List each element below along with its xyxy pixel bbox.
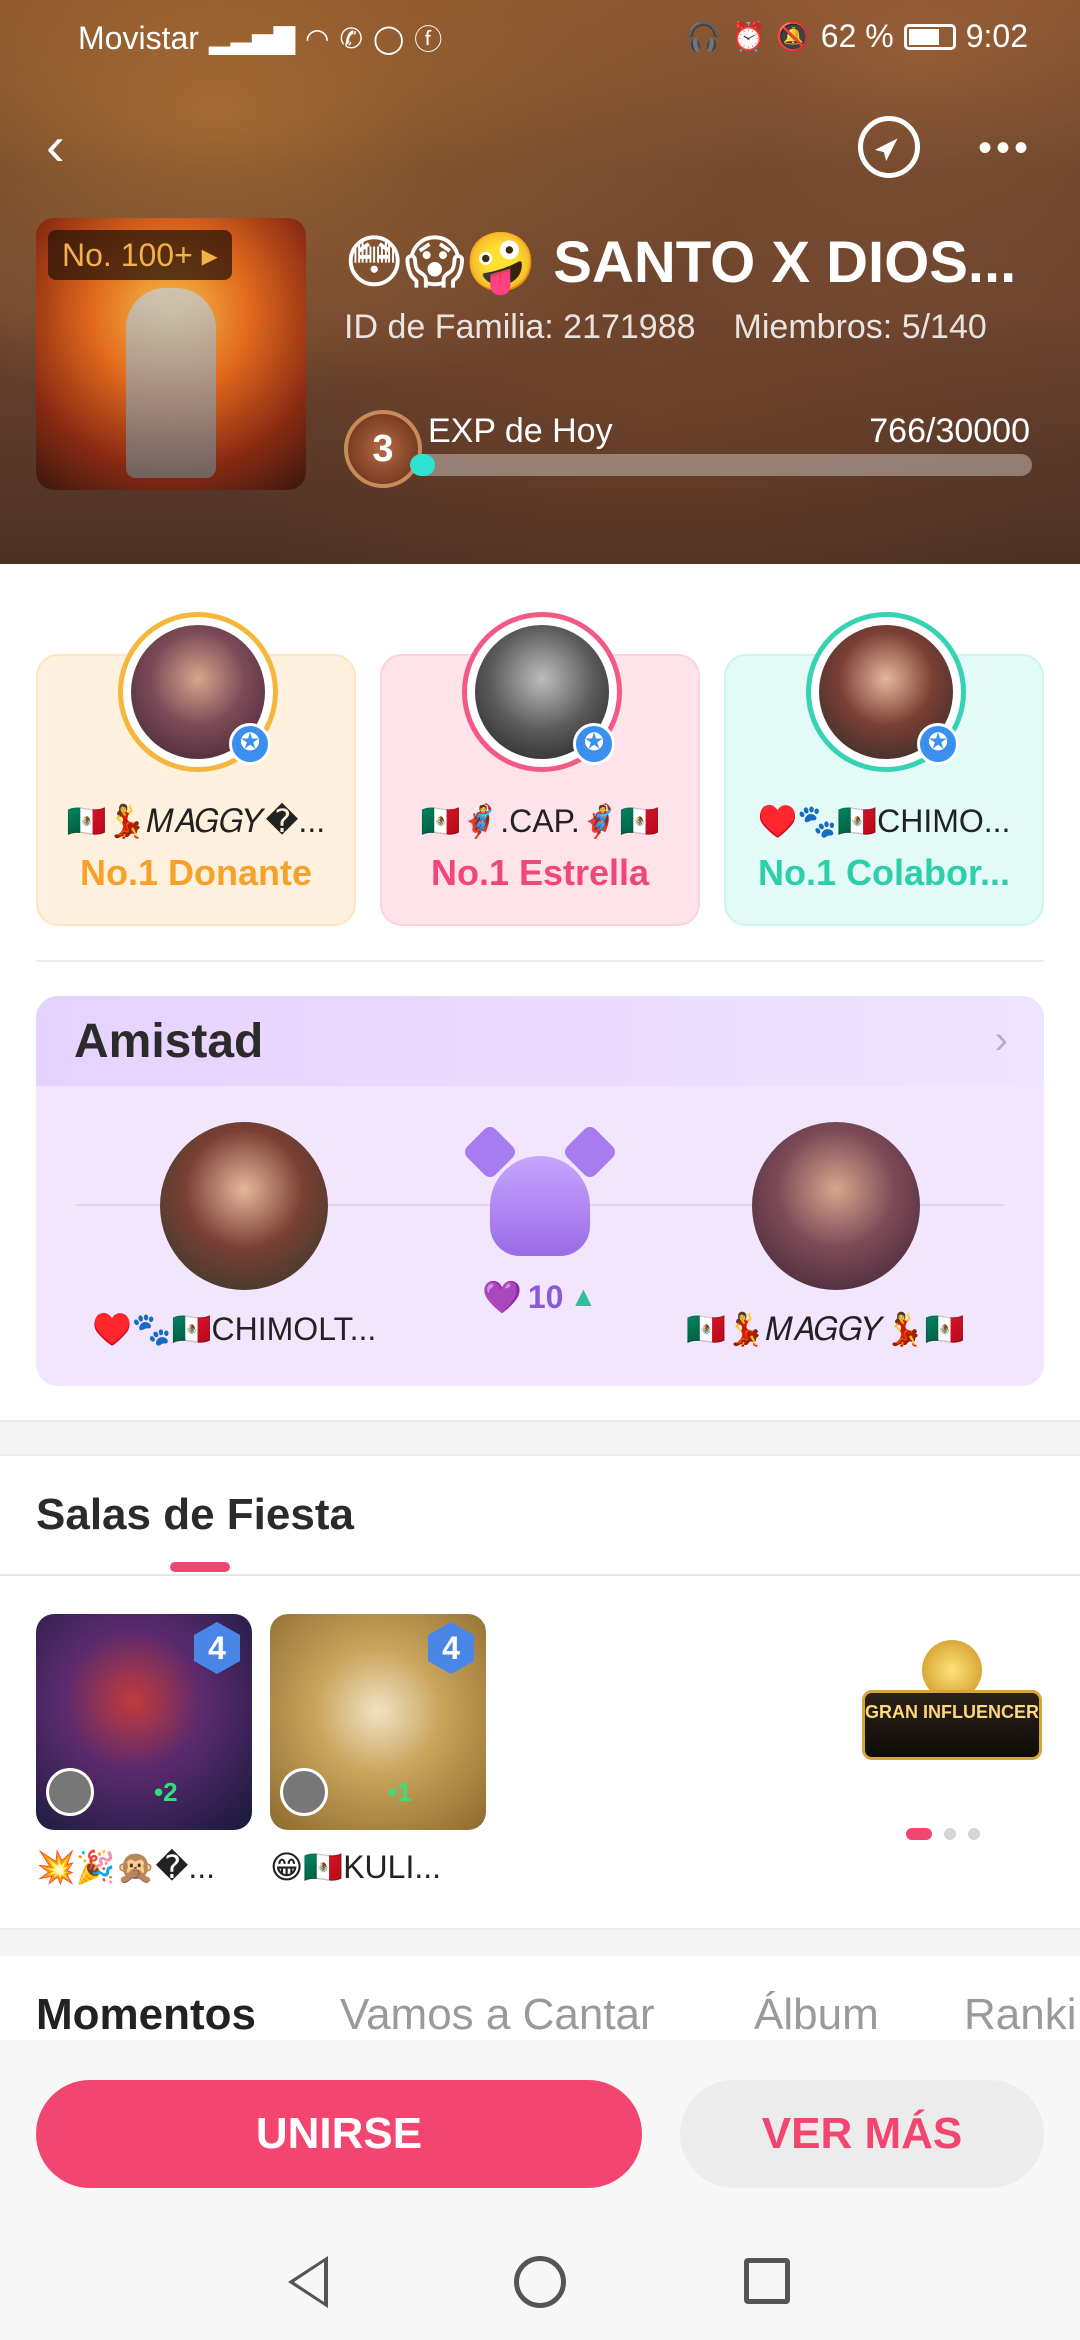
- status-right: 🎧 ⏰ 🔕 62 % 9:02: [686, 18, 1028, 55]
- salas-title: Salas de Fiesta: [36, 1490, 354, 1539]
- facebook-icon: ⓕ: [414, 24, 443, 55]
- action-bar: UNIRSE VER MÁS: [0, 2040, 1080, 2224]
- divider: [0, 1574, 1080, 1576]
- room-level-badge: 4: [194, 1622, 240, 1674]
- member-role: No.1 Estrella: [430, 852, 650, 893]
- influencer-banner[interactable]: GRAN INFLUENCER: [862, 1640, 1042, 1800]
- amistad-card[interactable]: Amistad › 💜 10 ▲ ♥️🐾🇲🇽CHIMOLT... 🇲🇽💃𝑀𝐴𝐺𝐺…: [36, 996, 1044, 1386]
- carrier-label: Movistar: [78, 19, 199, 56]
- nav-back-icon[interactable]: [288, 2256, 328, 2308]
- see-more-button[interactable]: VER MÁS: [680, 2080, 1044, 2188]
- verified-icon: ✪: [573, 723, 615, 765]
- room-name: 😁🇲🇽KULI...: [270, 1849, 442, 1885]
- rank-badge-label: No. 100+: [62, 237, 193, 273]
- amistad-title: Amistad: [74, 1015, 264, 1068]
- top-donor-card[interactable]: ✪ 🇲🇽💃𝑀𝐴𝐺𝐺𝑌�... No.1 Donante: [36, 612, 356, 926]
- compass-icon[interactable]: [858, 116, 920, 178]
- headset-icon: 🎧: [686, 21, 722, 52]
- tab-indicator: [170, 1562, 230, 1572]
- clock: 9:02: [965, 18, 1028, 54]
- battery-icon: [903, 23, 956, 50]
- back-icon[interactable]: ‹: [46, 118, 94, 174]
- exp-progress-bar: [410, 454, 1032, 476]
- avatar[interactable]: ✪: [462, 612, 622, 772]
- content-tabs: Momentos Vamos a Cantar Álbum Ranki: [0, 1990, 1080, 2042]
- friend-name-left: ♥️🐾🇲🇽CHIMOLT...: [92, 1311, 377, 1347]
- member-role: No.1 Donante: [79, 852, 312, 893]
- chevron-right-icon[interactable]: ›: [995, 1018, 1008, 1063]
- tab-ranking[interactable]: Ranki: [964, 1990, 1077, 2040]
- exp-label: EXP de Hoy: [428, 412, 613, 450]
- room-level-badge: 4: [428, 1622, 474, 1674]
- divider: [36, 960, 1044, 962]
- room-listener-count: •1: [388, 1777, 412, 1807]
- room-listener-count: •2: [154, 1777, 178, 1807]
- top-collaborator-card[interactable]: ✪ ♥️🐾🇲🇽CHIMO... No.1 Colabor...: [724, 612, 1044, 926]
- member-name: 🇲🇽🦸.CAP.🦸🇲🇽: [420, 803, 660, 839]
- avatar[interactable]: ✪: [806, 612, 966, 772]
- avatar[interactable]: [160, 1122, 328, 1290]
- alarm-icon: ⏰: [731, 21, 766, 52]
- status-left: Movistar ▂▃▅▇ ◠ ✆ ◯ ⓕ: [78, 18, 442, 58]
- rank-badge[interactable]: No. 100+ ▸: [48, 230, 232, 280]
- hearts-icon: 💜: [482, 1279, 522, 1315]
- section-separator: [0, 1420, 1080, 1456]
- friend-name-right: 🇲🇽💃𝑀𝐴𝐺𝐺𝑌💃🇲🇽: [686, 1311, 965, 1347]
- exp-progress-fill: [410, 454, 435, 476]
- avatar[interactable]: [752, 1122, 920, 1290]
- verified-icon: ✪: [229, 723, 271, 765]
- family-header: Movistar ▂▃▅▇ ◠ ✆ ◯ ⓕ 🎧 ⏰ 🔕 62 % 9:02 ‹ …: [0, 0, 1080, 564]
- exp-value: 766/30000: [869, 412, 1030, 450]
- join-button[interactable]: UNIRSE: [36, 2080, 642, 2188]
- member-name: ♥️🐾🇲🇽CHIMO...: [757, 803, 1011, 839]
- carousel-dots: [906, 1828, 980, 1840]
- party-room-card[interactable]: 4 •2: [36, 1614, 252, 1830]
- status-bar: Movistar ▂▃▅▇ ◠ ✆ ◯ ⓕ 🎧 ⏰ 🔕 62 % 9:02: [0, 0, 1080, 72]
- banner-label: GRAN INFLUENCER: [862, 1690, 1042, 1760]
- level-badge: 3: [344, 410, 422, 488]
- member-name: 🇲🇽💃𝑀𝐴𝐺𝐺𝑌�...: [66, 803, 326, 839]
- family-cover-image[interactable]: No. 100+ ▸: [36, 218, 306, 490]
- tab-momentos[interactable]: Momentos: [36, 1990, 256, 2040]
- avatar: [46, 1768, 94, 1816]
- mute-icon: 🔕: [775, 21, 811, 52]
- amistad-header[interactable]: Amistad ›: [36, 996, 1044, 1086]
- system-nav-bar: [0, 2224, 1080, 2340]
- avatar[interactable]: ✪: [118, 612, 278, 772]
- signal-icon: ▂▃▅▇: [208, 22, 296, 54]
- party-room-card[interactable]: 4 •1: [270, 1614, 486, 1830]
- room-name: 💥🎉🙊�...: [36, 1849, 216, 1885]
- nav-recents-icon[interactable]: [744, 2258, 790, 2304]
- family-members: Miembros: 5/140: [733, 308, 987, 346]
- bond-score: 💜 10 ▲: [482, 1278, 597, 1316]
- top-star-card[interactable]: ✪ 🇲🇽🦸.CAP.🦸🇲🇽 No.1 Estrella: [380, 612, 700, 926]
- top-members: ✪ 🇲🇽💃𝑀𝐴𝐺𝐺𝑌�... No.1 Donante ✪ 🇲🇽🦸.CAP.🦸🇲…: [36, 610, 1044, 926]
- cover-figure: [126, 288, 216, 478]
- member-role: No.1 Colabor...: [757, 852, 1011, 893]
- arrow-up-icon: ▲: [569, 1281, 598, 1312]
- family-name: 😳😱🤪 SANTO X DIOS...: [344, 230, 1017, 295]
- family-id: ID de Familia: 2171988: [344, 308, 696, 346]
- phone-icon: ✆: [339, 22, 363, 54]
- nav-home-icon[interactable]: [514, 2256, 566, 2308]
- more-options-icon[interactable]: •••: [978, 128, 1032, 168]
- avatar: [280, 1768, 328, 1816]
- friendship-bond-icon: [456, 1123, 624, 1262]
- wifi-icon: ◠: [305, 22, 330, 54]
- bond-score-value: 10: [527, 1278, 564, 1315]
- verified-icon: ✪: [917, 723, 959, 765]
- battery-percent: 62 %: [820, 18, 894, 54]
- tab-vamos-a-cantar[interactable]: Vamos a Cantar: [340, 1990, 655, 2040]
- section-separator: [0, 1928, 1080, 1956]
- whatsapp-icon: ◯: [372, 22, 405, 54]
- tab-album[interactable]: Álbum: [754, 1990, 879, 2040]
- family-meta: ID de Familia: 2171988 Miembros: 5/140: [344, 308, 987, 347]
